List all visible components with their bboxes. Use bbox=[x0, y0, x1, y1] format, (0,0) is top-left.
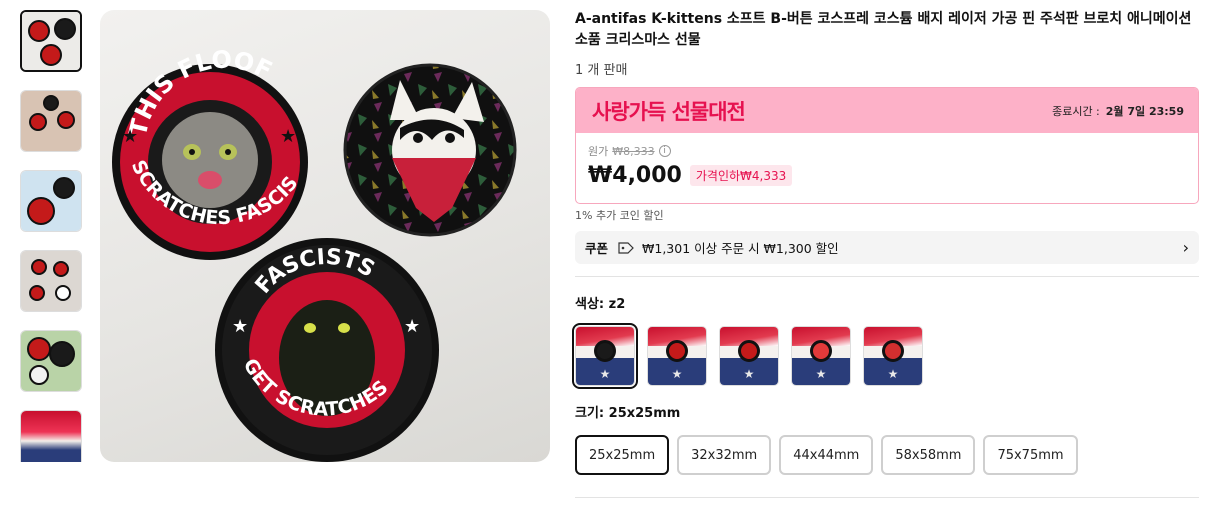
badge-fascists-get-scratches: FASCISTS GET SCRATCHES ★ ★ bbox=[215, 238, 439, 462]
color-swatches: ★ ★ ★ ★ ★ bbox=[572, 323, 1199, 389]
color-swatch-z4[interactable]: ★ bbox=[791, 326, 851, 386]
star-icon: ★ bbox=[280, 126, 296, 147]
color-label: 색상: z2 bbox=[575, 297, 626, 312]
thumbnail-list bbox=[20, 10, 82, 462]
promo-end-label: 종료시간 : bbox=[1052, 104, 1100, 118]
size-option-25[interactable]: 25x25mm bbox=[575, 435, 670, 475]
sale-price: ₩4,000 bbox=[588, 163, 682, 188]
main-product-image[interactable]: THIS FLOOF SCRATCHES FASCISTS ★ ★ bbox=[100, 10, 550, 462]
star-icon: ★ bbox=[743, 367, 755, 381]
thumbnail-4[interactable] bbox=[20, 250, 82, 312]
color-swatch-z1[interactable]: ★ bbox=[647, 326, 707, 386]
size-option-44[interactable]: 44x44mm bbox=[779, 435, 874, 475]
thumbnail-6[interactable] bbox=[20, 410, 82, 462]
thumbnail-1[interactable] bbox=[20, 10, 82, 72]
star-icon: ★ bbox=[887, 367, 899, 381]
badge-masked-cat bbox=[343, 63, 517, 237]
size-option-75[interactable]: 75x75mm bbox=[983, 435, 1078, 475]
badges-illustration: THIS FLOOF SCRATCHES FASCISTS ★ ★ bbox=[100, 10, 517, 462]
star-icon: ★ bbox=[599, 367, 611, 381]
coin-discount-note: 1% 추가 코인 할인 bbox=[575, 209, 664, 222]
divider bbox=[575, 497, 1199, 498]
star-icon: ★ bbox=[232, 316, 248, 337]
coupon-row[interactable]: 쿠폰 ₩1,301 이상 주문 시 ₩1,300 할인 › bbox=[575, 231, 1199, 264]
promo-header: 사랑가득 선물대전 종료시간 : 2월 7일 23:59 bbox=[576, 88, 1198, 133]
original-price-row: 원가 ₩8,333 i bbox=[588, 143, 1186, 159]
promo-title: 사랑가득 선물대전 bbox=[592, 99, 746, 124]
thumbnail-5[interactable] bbox=[20, 330, 82, 392]
star-icon: ★ bbox=[404, 316, 420, 337]
color-swatch-z5[interactable]: ★ bbox=[863, 326, 923, 386]
size-option-58[interactable]: 58x58mm bbox=[881, 435, 976, 475]
promo-end-value: 2월 7일 23:59 bbox=[1105, 104, 1184, 118]
thumbnail-2[interactable] bbox=[20, 90, 82, 152]
star-icon: ★ bbox=[122, 126, 138, 147]
divider bbox=[575, 276, 1199, 277]
chevron-right-icon[interactable]: › bbox=[1183, 238, 1189, 257]
star-icon: ★ bbox=[671, 367, 683, 381]
badge-this-floof: THIS FLOOF SCRATCHES FASCISTS ★ ★ bbox=[100, 10, 308, 260]
thumbnail-3[interactable] bbox=[20, 170, 82, 232]
sold-count: 1 개 판매 bbox=[575, 63, 628, 78]
size-options: 25x25mm 32x32mm 44x44mm 58x58mm 75x75mm bbox=[575, 435, 1199, 475]
original-price: ₩8,333 bbox=[612, 144, 655, 158]
coupon-title: 쿠폰 bbox=[585, 241, 609, 256]
color-swatch-z3[interactable]: ★ bbox=[719, 326, 779, 386]
coupon-text: ₩1,301 이상 주문 시 ₩1,300 할인 bbox=[642, 241, 839, 256]
color-swatch-z2[interactable]: ★ bbox=[572, 323, 638, 389]
tag-icon bbox=[618, 241, 634, 254]
size-label: 크기: 25x25mm bbox=[575, 406, 681, 421]
info-icon[interactable]: i bbox=[658, 145, 671, 157]
promo-body: 원가 ₩8,333 i ₩4,000 가격인하₩4,333 bbox=[576, 133, 1198, 198]
star-icon: ★ bbox=[815, 367, 827, 381]
price-row: ₩4,000 가격인하₩4,333 bbox=[588, 163, 1186, 188]
discount-badge: 가격인하₩4,333 bbox=[689, 165, 793, 186]
promo-end-time: 종료시간 : 2월 7일 23:59 bbox=[1052, 103, 1184, 119]
product-title: A-antifas K-kittens 소프트 B-버튼 코스프레 코스튬 배지… bbox=[575, 11, 1192, 48]
size-option-32[interactable]: 32x32mm bbox=[677, 435, 772, 475]
original-price-label: 원가 bbox=[588, 145, 609, 158]
product-info: A-antifas K-kittens 소프트 B-버튼 코스프레 코스튬 배지… bbox=[572, 0, 1199, 498]
promo-box: 사랑가득 선물대전 종료시간 : 2월 7일 23:59 원가 ₩8,333 i … bbox=[575, 87, 1199, 204]
